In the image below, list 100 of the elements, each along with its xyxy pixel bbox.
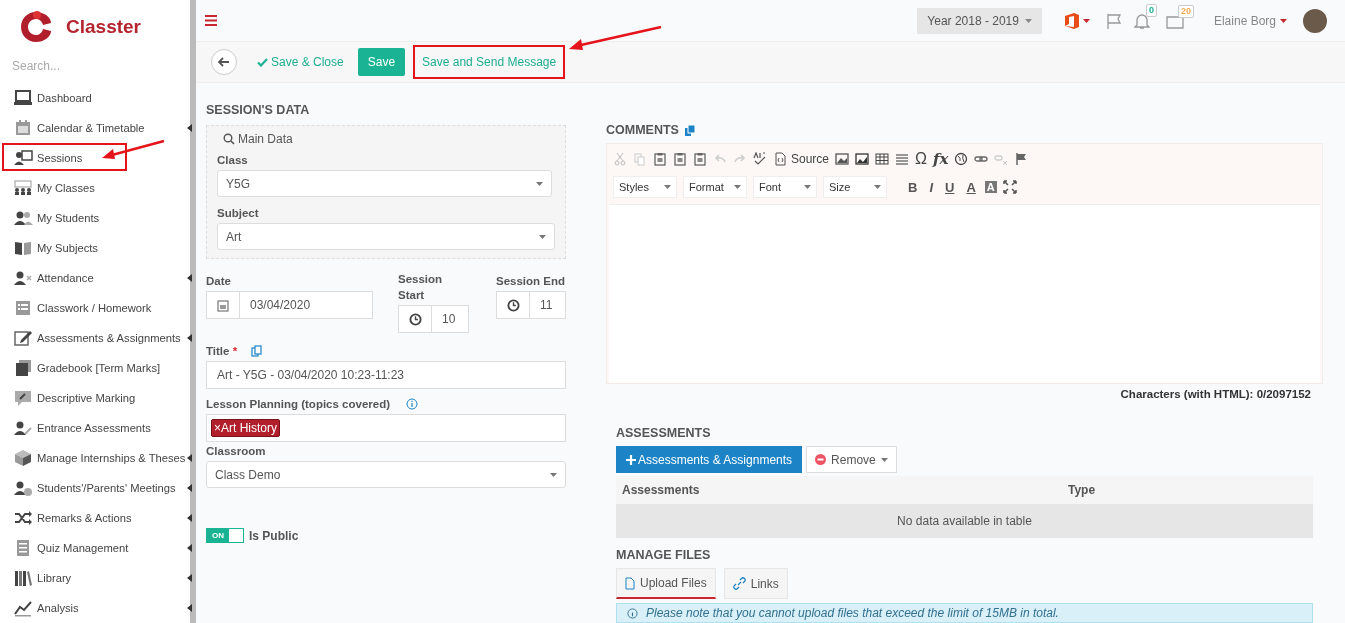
sidebar-item[interactable]: Dashboard [0,83,190,113]
sidebar-item[interactable]: Descriptive Marking [0,383,190,413]
time-field[interactable]: 10 [398,305,469,333]
field-label: Session Start [398,272,444,303]
caret-icon [550,472,557,477]
office-icon[interactable] [1063,11,1080,30]
group-icon [13,178,33,198]
laptop-icon [13,88,33,108]
sidebar-item[interactable]: My Students [0,203,190,233]
spellcheck-icon[interactable] [753,152,767,166]
search-field[interactable]: Search... [0,59,184,73]
text-style-button[interactable]: I [926,179,936,195]
sidebar-item[interactable]: Entrance Assessments [0,413,190,443]
notice-text: Please note that you cannot upload files that exceed the limit of 15MB in total. [646,606,1059,620]
flag-icon[interactable] [1105,12,1124,29]
caret-icon [1024,18,1032,23]
sidebar-item[interactable]: Remarks & Actions [0,503,190,533]
check-icon [257,57,268,67]
add-assessment-button[interactable]: Assessments & Assignments [616,446,803,473]
chevron-icon [187,484,192,492]
caret-icon [664,185,671,189]
info-icon[interactable] [406,398,419,410]
formula-button[interactable]: fx [933,150,949,168]
sidebar-item[interactable]: Calendar & Timetable [0,113,190,143]
text-style-button[interactable]: B [905,179,921,195]
title-field[interactable]: Art - Y5G - 03/04/2020 10:23-11:23 [206,361,566,389]
caret-icon [539,234,546,239]
plus-icon [626,454,636,465]
copy-icon[interactable] [251,345,263,357]
date-field[interactable]: 03/04/2020 [206,291,373,319]
sidebar-item[interactable]: My Classes [0,173,190,203]
table-icon[interactable] [875,152,890,166]
globe-icon[interactable] [954,152,969,166]
copy-icon[interactable] [684,124,695,136]
sidebar-item[interactable]: Assessments & Assignments [0,323,190,353]
chevron-icon [187,514,192,522]
chevron-icon [187,334,192,342]
remove-button[interactable]: Remove [806,446,897,473]
topic-tag[interactable]: ×Art History [211,419,281,437]
sidebar-item[interactable]: Gradebook [Term Marks] [0,353,190,383]
column-header[interactable]: Type [1062,476,1313,504]
time-field[interactable]: 11 [496,291,566,319]
sidebar-item[interactable]: Library [0,563,190,593]
section-heading: COMMENTS [606,123,679,137]
clock-icon [506,298,520,312]
sidebar-item[interactable]: Manage Internships & Theses [0,443,190,473]
clipboard-icon[interactable] [693,152,707,166]
text-style-button[interactable]: U [942,179,958,195]
format-dropdown[interactable]: Format [683,176,747,198]
sidebar-item[interactable]: Classwork / Homework [0,293,190,323]
speech-bubble-icon [13,388,33,408]
tab[interactable]: Links [723,568,788,599]
sidebar-item[interactable]: My Subjects [0,233,190,263]
sidebar-item[interactable]: Sessions [0,143,190,173]
subject-select[interactable]: Art [217,223,555,250]
chevron-icon [187,274,192,282]
section-heading: ASSESSMENTS [616,426,712,440]
clipboard-icon[interactable] [673,152,687,166]
year-dropdown[interactable]: Year 2018 - 2019 [917,7,1042,34]
notification-badge: 0 [1145,3,1157,17]
sidebar-item[interactable]: Analysis [0,593,190,623]
menu-icon[interactable] [205,15,217,27]
document-icon[interactable] [773,152,787,166]
field-label: Date [206,275,232,287]
maximize-icon[interactable] [1002,180,1017,194]
format-dropdown[interactable]: Font [753,176,817,198]
user-menu[interactable]: Elaine Borg [1207,12,1293,29]
caret-icon [804,185,811,189]
format-dropdown[interactable]: Styles [613,176,677,198]
bell-icon[interactable] [1133,11,1150,30]
sidebar-item[interactable]: Attendance [0,263,190,293]
caret-icon [880,457,888,462]
image-icon[interactable] [855,152,870,166]
source-button[interactable]: Source [791,152,830,166]
classroom-select[interactable]: Class Demo [206,461,566,488]
horizontal-line-icon[interactable] [895,152,910,166]
calendar-icon [13,118,33,138]
empty-table-message: No data available in table [616,504,1313,538]
format-dropdown[interactable]: Size [823,176,887,198]
caret-icon [1082,18,1090,23]
clipboard-icon[interactable] [653,152,667,166]
avatar[interactable] [1303,8,1327,33]
section-heading: MANAGE FILES [616,548,712,562]
caret-icon [536,181,543,186]
topics-field[interactable]: ×Art History [206,414,566,442]
text-color-button[interactable]: A [963,179,979,195]
back-button[interactable] [211,49,237,76]
arrow-left-icon [218,57,230,68]
special-character-button[interactable]: Ω [915,150,927,168]
image-icon[interactable] [835,152,850,166]
sidebar-item[interactable]: Students'/Parents' Meetings [0,473,190,503]
clock-icon [408,312,422,326]
sidebar-item[interactable]: Quiz Management [0,533,190,563]
class-select[interactable]: Y5G [217,170,552,197]
background-color-button[interactable]: A [984,181,997,193]
tab[interactable]: Upload Files [616,568,716,599]
search-icon [223,133,235,145]
column-header[interactable]: Assessments [616,476,1062,504]
field-label: Lesson Planning (topics covered) [206,398,391,410]
flag-icon[interactable] [1014,152,1029,166]
